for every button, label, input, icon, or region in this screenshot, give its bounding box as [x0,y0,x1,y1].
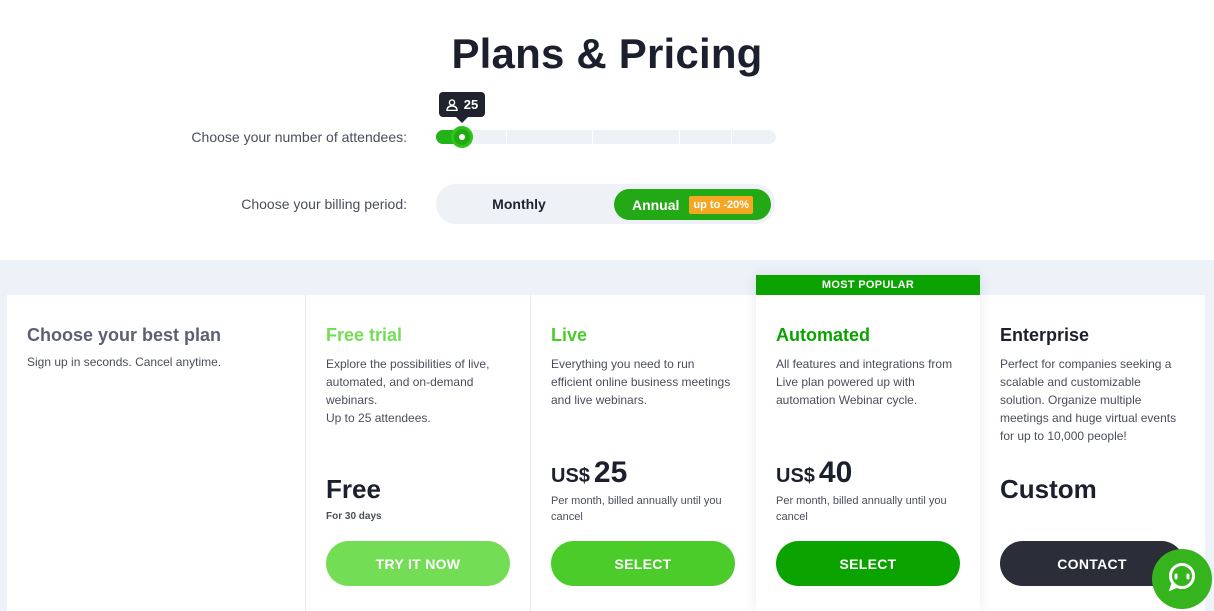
try-it-now-button[interactable]: TRY IT NOW [326,541,510,586]
price-live: US$ 25 [551,456,627,490]
plan-description-enterprise: Perfect for companies seeking a scalable… [1000,357,1177,443]
billing-toggle: Monthly Annual up to -20% [436,184,775,224]
plan-description-text: Explore the possibilities of live, autom… [326,357,490,407]
attendees-value: 25 [463,97,479,112]
price-automated: US$ 40 [776,456,852,490]
plan-name-free-trial: Free trial [326,325,403,345]
billing-label: Choose your billing period: [241,196,407,212]
price-note-live: Per month, billed annually until you can… [551,495,722,523]
discount-badge: up to -20% [689,195,754,214]
select-automated-button[interactable]: SELECT [776,541,960,586]
price-currency: US$ [551,465,590,487]
intro-subtitle: Sign up in seconds. Cancel anytime. [27,355,222,369]
price-note-free: For 30 days [326,511,382,522]
billing-annual-label: Annual [631,196,680,213]
billing-annual-option[interactable]: Annual up to -20% [614,189,771,220]
page-title: Plans & Pricing [451,30,763,77]
attendees-label: Choose your number of attendees: [191,129,407,145]
price-currency: US$ [776,465,815,487]
column-divider [305,295,306,611]
plan-description-live: Everything you need to run efficient onl… [551,357,731,407]
plan-description-free-trial: Explore the possibilities of live, autom… [326,355,506,427]
intro-title: Choose your best plan [27,325,222,345]
slider-tick [679,130,680,144]
slider-tick [731,130,732,144]
price-note-automated: Per month, billed annually until you can… [776,495,947,523]
attendees-tooltip: 25 [439,92,485,123]
select-live-button[interactable]: SELECT [551,541,735,586]
price-free: Free [326,474,381,504]
slider-tick [592,130,593,144]
most-popular-badge: MOST POPULAR [756,275,980,295]
chat-icon [1166,561,1198,598]
plan-description-automated: All features and integrations from Live … [776,357,953,407]
chat-button[interactable] [1152,549,1212,609]
billing-monthly-option[interactable]: Monthly [436,184,602,224]
attendees-slider[interactable] [436,130,776,144]
plan-name-enterprise: Enterprise [1000,325,1090,345]
column-divider [530,295,531,611]
plan-attendee-limit: Up to 25 attendees. [326,411,431,425]
slider-tick [506,130,507,144]
slider-handle[interactable] [451,126,473,148]
price-amount: 40 [818,456,853,489]
price-custom: Custom [1000,474,1097,504]
pricing-page: Plans & Pricing Choose your number of at… [0,0,1214,611]
plan-name-live: Live [551,325,588,345]
plan-name-automated: Automated [776,325,870,345]
price-amount: 25 [593,456,628,489]
user-icon [446,98,458,111]
